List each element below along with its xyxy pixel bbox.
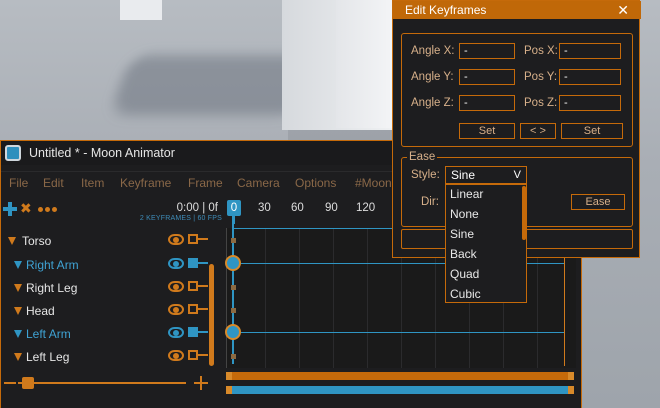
pos-y-label: Pos Y:: [524, 71, 558, 83]
angle-y-label: Angle Y:: [411, 71, 454, 83]
keyframe-marker[interactable]: [231, 308, 236, 313]
timeline-scrollbar[interactable]: [226, 386, 574, 394]
angle-y-field[interactable]: -: [459, 69, 515, 85]
ruler-label: 30: [258, 202, 271, 214]
angle-x-field[interactable]: -: [459, 43, 515, 59]
pos-y-field[interactable]: -: [559, 69, 621, 85]
track-head[interactable]: Head: [0, 301, 222, 323]
panel-title-bar[interactable]: Edit Keyframes ✕: [393, 1, 641, 19]
moon-animator-logo-icon: [5, 145, 21, 161]
menu-options[interactable]: Options: [295, 176, 336, 190]
keyframe-marker[interactable]: [231, 354, 236, 359]
zoom-out-icon[interactable]: [4, 382, 16, 384]
style-value: Sine: [451, 168, 476, 182]
lock-icon[interactable]: [188, 258, 198, 268]
menu-edit[interactable]: Edit: [43, 176, 64, 190]
track-label: Left Arm: [26, 327, 71, 341]
track-line-left-arm: [234, 332, 564, 333]
collapse-arrow-icon[interactable]: [14, 353, 22, 361]
menu-item[interactable]: Item: [81, 176, 104, 190]
style-option-back[interactable]: Back: [450, 247, 477, 261]
style-option-cubic[interactable]: Cubic: [450, 287, 481, 301]
window-title: Untitled * - Moon Animator: [29, 146, 175, 160]
style-label: Style:: [411, 169, 440, 181]
angle-x-label: Angle X:: [411, 45, 455, 57]
pos-z-field[interactable]: -: [559, 95, 621, 111]
ease-title: Ease: [407, 151, 438, 163]
visibility-eye-icon[interactable]: [168, 350, 184, 361]
style-select[interactable]: Sine V: [445, 166, 527, 184]
dir-label: Dir:: [421, 196, 439, 208]
keyframe-marker[interactable]: [231, 285, 236, 290]
keyframe-left-arm[interactable]: [225, 324, 241, 340]
prev-next-button[interactable]: < >: [520, 123, 556, 139]
pos-z-label: Pos Z:: [524, 97, 558, 109]
collapse-arrow-icon[interactable]: [14, 261, 22, 269]
track-left-leg[interactable]: Left Leg: [0, 347, 222, 369]
ruler-label: 90: [325, 202, 338, 214]
part-block[interactable]: [336, 0, 392, 128]
style-option-sine[interactable]: Sine: [450, 227, 474, 241]
collapse-arrow-icon[interactable]: [8, 237, 16, 245]
lock-icon[interactable]: [188, 234, 198, 244]
ease-button[interactable]: Ease: [571, 194, 625, 210]
ruler-label: 60: [291, 202, 304, 214]
track-list-scrollbar[interactable]: [209, 264, 214, 366]
menu-keyframe[interactable]: Keyframe: [120, 176, 171, 190]
angle-z-label: Angle Z:: [411, 97, 454, 109]
visibility-eye-icon[interactable]: [168, 304, 184, 315]
menu-file[interactable]: File: [9, 176, 28, 190]
style-option-linear[interactable]: Linear: [450, 187, 483, 201]
lock-icon[interactable]: [188, 350, 198, 360]
add-item-icon[interactable]: [3, 202, 17, 216]
track-label: Right Leg: [26, 281, 78, 295]
collapse-arrow-icon[interactable]: [14, 307, 22, 315]
lock-icon[interactable]: [188, 281, 198, 291]
more-options-icon[interactable]: [38, 207, 58, 213]
keyframe-right-arm[interactable]: [225, 255, 241, 271]
set-position-button[interactable]: Set: [561, 123, 623, 139]
chevron-down-icon: V: [513, 169, 521, 181]
menu-camera[interactable]: Camera: [237, 176, 280, 190]
lock-icon[interactable]: [188, 327, 198, 337]
track-left-arm[interactable]: Left Arm: [0, 324, 222, 346]
dropdown-scrollbar[interactable]: [522, 186, 526, 240]
lock-icon[interactable]: [188, 304, 198, 314]
style-option-quad[interactable]: Quad: [450, 267, 479, 281]
track-right-leg[interactable]: Right Leg: [0, 278, 222, 300]
pos-x-field[interactable]: -: [559, 43, 621, 59]
menu-frame[interactable]: Frame: [188, 176, 223, 190]
collapse-arrow-icon[interactable]: [14, 330, 22, 338]
zoom-slider-knob[interactable]: [22, 377, 34, 389]
visibility-eye-icon[interactable]: [168, 234, 184, 245]
style-dropdown-list: Linear None Sine Back Quad Cubic: [445, 184, 527, 303]
keyframe-marker[interactable]: [231, 238, 236, 243]
rig-tool-icon[interactable]: ✖: [20, 201, 34, 215]
panel-title: Edit Keyframes: [405, 3, 487, 17]
pos-x-label: Pos X:: [524, 45, 558, 57]
visibility-eye-icon[interactable]: [168, 327, 184, 338]
visibility-eye-icon[interactable]: [168, 281, 184, 292]
timeline-range-bar[interactable]: [226, 372, 574, 380]
angle-z-field[interactable]: -: [459, 95, 515, 111]
keyframe-info: 2 KEYFRAMES | 60 FPS: [139, 215, 222, 222]
zoom-slider[interactable]: [4, 376, 214, 390]
visibility-eye-icon[interactable]: [168, 258, 184, 269]
track-label: Head: [26, 304, 55, 318]
ruler-label: 120: [356, 202, 376, 214]
close-icon[interactable]: ✕: [617, 2, 629, 18]
zoom-in-icon[interactable]: [194, 376, 208, 390]
collapse-arrow-icon[interactable]: [14, 284, 22, 292]
set-angle-button[interactable]: Set: [459, 123, 515, 139]
time-display: 0:00 | 0f: [176, 202, 218, 214]
part-block[interactable]: [120, 0, 162, 20]
style-option-none[interactable]: None: [450, 207, 479, 221]
track-torso[interactable]: Torso: [0, 231, 222, 253]
track-right-arm[interactable]: Right Arm: [0, 255, 222, 277]
track-label: Torso: [22, 234, 52, 248]
track-label: Left Leg: [26, 350, 70, 364]
track-label: Right Arm: [26, 258, 79, 272]
